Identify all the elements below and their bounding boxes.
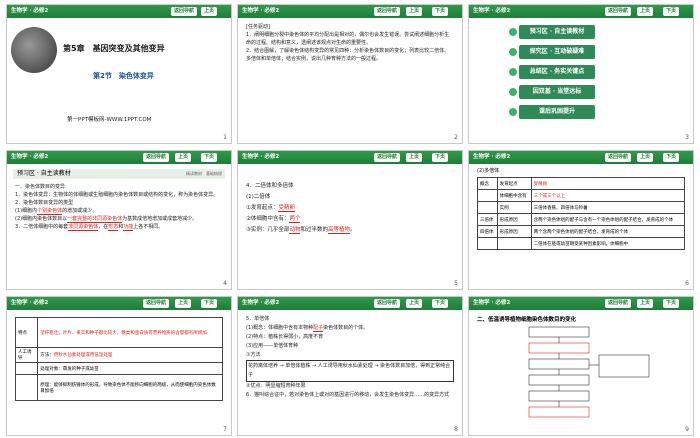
slide-thumbnail-9[interactable]: 生物学 · 必修2 返回导航 上页 下页 二、低温诱导植物细胞染色体数目的变化 … <box>468 296 694 436</box>
slide-thumbnail-3[interactable]: 生物学 · 必修2 返回导航 上页 下页 预习区 · 自主读教材 探究区 · 互… <box>468 4 694 144</box>
prev-button[interactable]: 上页 <box>637 7 654 16</box>
table-row: 二倍体在胚或幼苗期受某种因素影响，体细胞中 <box>477 237 686 250</box>
brand-label: 生物学 · 必修2 <box>11 8 49 14</box>
brand-label: 生物学 · 必修2 <box>242 154 280 160</box>
slide-header-bar: 生物学 · 必修2 返回导航 上页 下页 <box>469 5 693 18</box>
nav-button[interactable]: 返回导航 <box>605 153 632 162</box>
polyploid-table: 概念 发育起点 受精卵 体细胞中含有 三个或三个以上 实例 三倍体香蕉、四倍体马铃薯 三… <box>477 177 686 250</box>
bullet-icon <box>509 48 517 56</box>
nav-button[interactable]: 返回导航 <box>374 153 401 162</box>
nav-button[interactable]: 返回导航 <box>171 7 198 16</box>
next-button[interactable]: 下页 <box>201 153 218 162</box>
brand-label: 生物学 · 必修2 <box>473 300 511 306</box>
slide-thumbnail-6[interactable]: 生物学 · 必修2 返回导航 上页 下页 (2)多倍体 概念 发育起点 受精卵 体细… <box>468 150 694 290</box>
menu-item-preview[interactable]: 预习区 · 自主读教材 <box>509 25 595 39</box>
table-row: 特点 茎秆粗壮，叶片、果实和种子都比较大，糖类和蛋白质等营养物质的含量都有所增加 <box>14 317 223 348</box>
breeding-flow-diagram: 花药离体培养 → 单倍体植株 → 人工诱导用秋水仙素处理 → 染色体数目加倍，得… <box>246 360 454 382</box>
prev-button[interactable]: 上页 <box>637 153 654 162</box>
menu-item-review[interactable]: 课后巩固提升 <box>509 105 595 119</box>
slide-thumbnail-7[interactable]: 生物学 · 必修2 返回导航 上页 下页 特点 茎秆粗壮，叶片、果实和种子都比较大… <box>6 296 232 436</box>
slide-number: 3 <box>685 134 689 141</box>
slide-header-bar: 生物学 · 必修2 返回导航 上页 下页 <box>469 151 693 164</box>
chapter-title: 第5章 基因突变及其他变异 <box>63 44 165 53</box>
task-line-2: 2．结合图解，了解染色体结构变异的常见四种：分析染色体数目的变化；列表比较二倍体… <box>246 48 450 62</box>
table-row: 人工诱导 方法：用秋水仙素处理或用低温处理 <box>14 347 223 363</box>
slide-header-bar: 生物学 · 必修2 返回导航 上页 下页 <box>7 151 231 164</box>
menu-item-summary[interactable]: 总结区 · 务实关键点 <box>509 65 595 79</box>
menu-item-explore[interactable]: 探究区 · 互动破疑难 <box>509 45 595 59</box>
nav-button[interactable]: 返回导航 <box>143 299 170 308</box>
table-row: 概念 发育起点 受精卵 <box>477 177 686 190</box>
bullet-icon <box>509 28 517 36</box>
next-button[interactable]: 下页 <box>663 153 680 162</box>
slide-number: 1 <box>223 134 227 141</box>
next-button[interactable]: 下页 <box>432 153 449 162</box>
table-title: (2)多倍体 <box>477 168 500 174</box>
slide-thumbnail-8[interactable]: 生物学 · 必修2 返回导航 上页 下页 5．单倍体 (1)概念：体细胞中含有本… <box>237 296 463 436</box>
bullet-icon <box>509 88 517 96</box>
nav-button[interactable]: 返回导航 <box>374 7 401 16</box>
slide-thumbnail-4[interactable]: 生物学 · 必修2 返回导航 上页 下页 预习区 · 自主读教材 精读教材 基础… <box>6 150 232 290</box>
prev-button[interactable]: 上页 <box>637 299 654 308</box>
nav-button[interactable]: 返回导航 <box>605 7 632 16</box>
footer-text: 第一PPT模板网-WWW.1PPT.COM <box>67 117 152 123</box>
prev-button[interactable]: 上页 <box>175 299 192 308</box>
chromosome-image <box>11 27 57 73</box>
slide-grid: 生物学 · 必修2 返回导航 上页 第5章 基因突变及其他变异 第2节 染色体变… <box>0 0 700 438</box>
prev-button[interactable]: 上页 <box>406 153 423 162</box>
task-line-1: 1．阐明细胞分裂中染色体的平均分配出是相对的，偶尔也会发生错误。尝试阐述细胞分析… <box>246 32 450 46</box>
table-row: 体细胞中含有 三个或三个以上 <box>477 189 686 202</box>
brand-label: 生物学 · 必修2 <box>473 154 511 160</box>
prev-button[interactable]: 上页 <box>406 7 423 16</box>
slide-number: 2 <box>454 134 458 141</box>
menu-item-practice[interactable]: 因双基 · 当堂达标 <box>509 85 595 99</box>
table-row: 原理：能够抑制纺锤体的形成，导致染色体不能移向细胞的两极，从而使细胞内染色体数目… <box>14 374 223 401</box>
polyploid-feature-table: 特点 茎秆粗壮，叶片、果实和种子都比较大，糖类和蛋白质等营养物质的含量都有所增加 … <box>14 317 223 401</box>
table-row: 实例 三倍体香蕉、四倍体马铃薯 <box>477 201 686 214</box>
slide-number: 5 <box>454 280 458 287</box>
section-banner: 预习区 · 自主读教材 精读教材 基础梳理 <box>13 169 225 179</box>
slide-number: 8 <box>454 426 458 433</box>
slide-thumbnail-5[interactable]: 生物学 · 必修2 返回导航 上页 下页 4．二倍体和多倍体 (1)二倍体 ①发… <box>237 150 463 290</box>
experiment-flowchart <box>528 326 650 418</box>
slide-number: 7 <box>223 426 227 433</box>
nav-button[interactable]: 返回导航 <box>374 299 401 308</box>
slide-header-bar: 生物学 · 必修2 返回导航 上页 下页 <box>7 297 231 310</box>
slide-thumbnail-1[interactable]: 生物学 · 必修2 返回导航 上页 第5章 基因突变及其他变异 第2节 染色体变… <box>6 4 232 144</box>
brand-label: 生物学 · 必修2 <box>242 8 280 14</box>
slide-number: 4 <box>223 280 227 287</box>
brand-label: 生物学 · 必修2 <box>473 8 511 14</box>
bullet-icon <box>509 68 517 76</box>
next-button[interactable]: 下页 <box>663 7 680 16</box>
brand-label: 生物学 · 必修2 <box>11 300 49 306</box>
table-row: 处理对象：萌发的种子或幼苗 <box>14 362 223 375</box>
next-button[interactable]: 下页 <box>663 299 680 308</box>
slide-number: 6 <box>685 280 689 287</box>
next-button[interactable]: 下页 <box>432 7 449 16</box>
slide-header-bar: 生物学 · 必修2 返回导航 上页 下页 <box>238 151 462 164</box>
brand-label: 生物学 · 必修2 <box>11 154 49 160</box>
slide-header-bar: 生物学 · 必修2 返回导航 上页 下页 <box>238 297 462 310</box>
prev-button[interactable]: 上页 <box>201 7 218 16</box>
bullet-icon <box>509 108 517 116</box>
task-title: [任务驱动] <box>246 24 270 30</box>
brand-label: 生物学 · 必修2 <box>242 300 280 306</box>
section-title: 第2节 染色体变异 <box>93 72 154 80</box>
next-button[interactable]: 下页 <box>432 299 449 308</box>
prev-button[interactable]: 上页 <box>175 153 192 162</box>
table-row: 三倍体 形成原因 含两个染色体组的配子与含有一个染色体组的配子结合，发育成的个体 <box>477 213 686 226</box>
nav-button[interactable]: 返回导航 <box>143 153 170 162</box>
prev-button[interactable]: 上页 <box>406 299 423 308</box>
slide-thumbnail-2[interactable]: 生物学 · 必修2 返回导航 上页 下页 [任务驱动] 1．阐明细胞分裂中染色体… <box>237 4 463 144</box>
next-button[interactable]: 下页 <box>201 299 218 308</box>
slide-header-bar: 生物学 · 必修2 返回导航 上页 下页 <box>238 5 462 18</box>
slide-header-bar: 生物学 · 必修2 返回导航 上页 <box>7 5 231 18</box>
slide-number: 9 <box>685 426 689 433</box>
experiment-title: 二、低温诱导植物细胞染色体数目的变化 <box>477 317 577 323</box>
slide-header-bar: 生物学 · 必修2 返回导航 上页 下页 <box>469 297 693 310</box>
nav-button[interactable]: 返回导航 <box>605 299 632 308</box>
table-row: 四倍体 形成原因 两个含两个染色体组的配子结合，发育成的个体 <box>477 225 686 238</box>
